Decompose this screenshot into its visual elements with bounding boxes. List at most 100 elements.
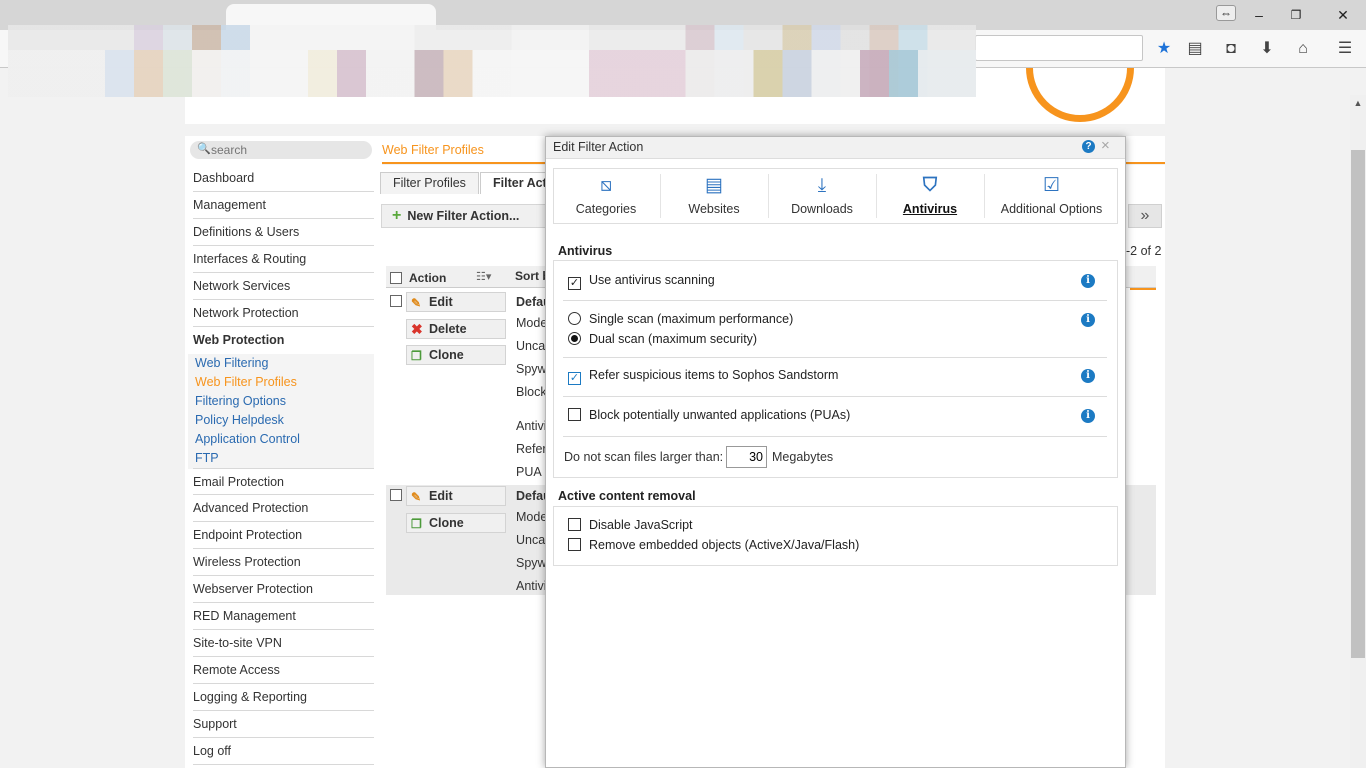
tab-label: Additional Options — [1000, 202, 1103, 216]
info-icon[interactable]: i — [1081, 274, 1095, 288]
tab-downloads[interactable]: ⤓ Downloads — [769, 168, 875, 224]
menu-icon[interactable]: ☰ — [1334, 38, 1356, 60]
info-icon[interactable]: i — [1081, 313, 1095, 327]
bookmark-star-icon[interactable]: ★ — [1153, 38, 1175, 60]
edit-icon: ✎ — [411, 490, 422, 504]
nav-network-protection[interactable]: Network Protection — [193, 300, 374, 327]
table-cell: PUA — [516, 465, 542, 479]
select-all-checkbox[interactable] — [390, 272, 402, 284]
minimize-icon[interactable]: – — [1249, 5, 1269, 25]
nav-wireless-protection[interactable]: Wireless Protection — [193, 549, 374, 576]
sandstorm-option[interactable]: ✓ Refer suspicious items to Sophos Sandst… — [568, 368, 838, 385]
additional-options-icon: ☑ — [1042, 175, 1061, 196]
edit-label: Edit — [429, 295, 453, 309]
nav-definitions-users[interactable]: Definitions & Users — [193, 219, 374, 246]
column-menu-icon[interactable]: ☷▾ — [476, 270, 491, 283]
subnav-web-filter-profiles[interactable]: Web Filter Profiles — [195, 373, 297, 392]
row2-edit-button[interactable]: ✎ Edit — [406, 486, 506, 506]
nav-dashboard[interactable]: Dashboard — [193, 165, 374, 192]
nav-email-protection[interactable]: Email Protection — [193, 468, 374, 495]
remove-embedded-option[interactable]: Remove embedded objects (ActiveX/Java/Fl… — [568, 538, 859, 554]
nav-logging-reporting[interactable]: Logging & Reporting — [193, 684, 374, 711]
tab-additional-options[interactable]: ☑ Additional Options — [985, 168, 1118, 224]
pager-count: -2 of 2 — [1126, 244, 1162, 258]
url-bar[interactable] — [975, 35, 1143, 61]
tab-antivirus[interactable]: ⛉ Antivirus — [877, 168, 983, 224]
pua-checkbox[interactable] — [568, 408, 581, 421]
dual-scan-radio[interactable] — [568, 332, 581, 345]
help-icon[interactable]: ? — [1082, 140, 1095, 153]
size-unit-label: Megabytes — [772, 450, 834, 464]
tab-filter-profiles[interactable]: Filter Profiles — [380, 172, 479, 194]
subnav-ftp[interactable]: FTP — [195, 449, 219, 468]
tab-categories[interactable]: ⧅ Categories — [553, 168, 659, 224]
pocket-icon[interactable]: ◘ — [1220, 38, 1242, 60]
pua-option[interactable]: Block potentially unwanted applications … — [568, 408, 850, 424]
close-window-icon[interactable]: ✕ — [1333, 5, 1353, 25]
new-filter-action-label: New Filter Action... — [407, 209, 520, 223]
table-cell: Unca — [516, 339, 546, 353]
sandstorm-checkbox[interactable]: ✓ — [568, 372, 581, 385]
home-icon[interactable]: ⌂ — [1292, 38, 1314, 60]
clone-icon: ❐ — [411, 517, 422, 531]
table-cell: Refer — [516, 442, 547, 456]
nav-management[interactable]: Management — [193, 192, 374, 219]
nav-network-services[interactable]: Network Services — [193, 273, 374, 300]
row2-clone-button[interactable]: ❐ Clone — [406, 513, 506, 533]
divider — [563, 357, 1107, 358]
row1-clone-button[interactable]: ❐ Clone — [406, 345, 506, 365]
row1-edit-button[interactable]: ✎ Edit — [406, 292, 506, 312]
subnav-web-filtering[interactable]: Web Filtering — [195, 354, 268, 373]
scroll-up-icon[interactable]: ▲ — [1350, 95, 1366, 111]
clone-label: Clone — [429, 516, 464, 530]
tab-label: Websites — [688, 202, 740, 216]
single-scan-radio[interactable] — [568, 312, 581, 325]
next-page-button[interactable]: » — [1128, 204, 1162, 228]
info-icon[interactable]: i — [1081, 369, 1095, 383]
resize-icon[interactable]: ⇔ — [1216, 5, 1236, 21]
nav-red-management[interactable]: RED Management — [193, 603, 374, 630]
scrollbar-thumb[interactable] — [1351, 150, 1365, 658]
disable-js-option[interactable]: Disable JavaScript — [568, 518, 693, 534]
nav-log-off[interactable]: Log off — [193, 738, 374, 765]
nav-advanced-protection[interactable]: Advanced Protection — [193, 495, 374, 522]
nav-web-protection[interactable]: Web Protection — [193, 327, 374, 354]
info-icon[interactable]: i — [1081, 409, 1095, 423]
option-label: Dual scan (maximum security) — [589, 332, 758, 346]
nav-interfaces-routing[interactable]: Interfaces & Routing — [193, 246, 374, 273]
use-antivirus-option[interactable]: ✓ Use antivirus scanning — [568, 273, 715, 290]
nav-support[interactable]: Support — [193, 711, 374, 738]
nav-site-to-site-vpn[interactable]: Site-to-site VPN — [193, 630, 374, 657]
use-antivirus-checkbox[interactable]: ✓ — [568, 277, 581, 290]
search-input[interactable] — [211, 143, 361, 157]
nav-endpoint-protection[interactable]: Endpoint Protection — [193, 522, 374, 549]
dual-scan-option[interactable]: Dual scan (maximum security) — [568, 332, 757, 348]
categories-icon: ⧅ — [599, 175, 613, 196]
option-label: Single scan (maximum performance) — [589, 312, 794, 326]
nav-webserver-protection[interactable]: Webserver Protection — [193, 576, 374, 603]
active-content-section-title: Active content removal — [558, 489, 696, 503]
remove-embedded-checkbox[interactable] — [568, 538, 581, 551]
option-label: Disable JavaScript — [589, 518, 693, 532]
row1-checkbox[interactable] — [390, 295, 402, 307]
close-icon[interactable]: × — [1101, 137, 1110, 154]
subnav-filtering-options[interactable]: Filtering Options — [195, 392, 286, 411]
breadcrumb: Web Filter Profiles — [382, 143, 484, 157]
restore-icon[interactable]: ❐ — [1286, 5, 1306, 25]
row2-checkbox[interactable] — [390, 489, 402, 501]
tab-websites[interactable]: ▤ Websites — [661, 168, 767, 224]
nav-remote-access[interactable]: Remote Access — [193, 657, 374, 684]
row1-delete-button[interactable]: ✖ Delete — [406, 319, 506, 339]
new-filter-action-button[interactable]: + New Filter Action... — [381, 204, 546, 228]
reading-list-icon[interactable]: ▤ — [1184, 38, 1206, 60]
subnav-policy-helpdesk[interactable]: Policy Helpdesk — [195, 411, 284, 430]
size-limit-input[interactable] — [726, 446, 767, 468]
disable-js-checkbox[interactable] — [568, 518, 581, 531]
divider — [563, 396, 1107, 397]
option-label: Block potentially unwanted applications … — [589, 408, 851, 422]
subnav-application-control[interactable]: Application Control — [195, 430, 300, 449]
single-scan-option[interactable]: Single scan (maximum performance) — [568, 312, 793, 328]
table-cell: Spyw — [516, 556, 547, 570]
search-icon: 🔍 — [197, 143, 211, 155]
download-icon[interactable]: ⬇ — [1256, 38, 1278, 60]
